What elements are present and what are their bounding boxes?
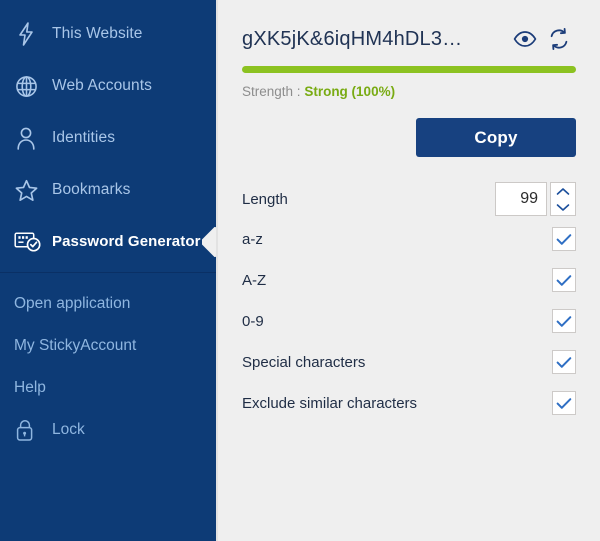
option-label: Special characters — [242, 353, 366, 371]
generated-password-row: gXK5jK&6iqHM4hDL3… — [242, 0, 576, 60]
length-stepper[interactable]: 99 — [495, 182, 576, 216]
checkbox-digits[interactable] — [552, 309, 576, 333]
refresh-icon[interactable] — [542, 24, 576, 54]
option-label: A-Z — [242, 271, 267, 289]
person-icon — [14, 126, 52, 151]
sidebar-item-password-generator[interactable]: Password Generator — [0, 216, 216, 268]
length-input[interactable]: 99 — [495, 182, 547, 216]
sidebar: This Website Web Accounts Identities Boo… — [0, 0, 218, 541]
chevron-up-icon[interactable] — [551, 183, 575, 199]
sidebar-item-this-website[interactable]: This Website — [0, 8, 216, 60]
checkbox-exclude-similar[interactable] — [552, 391, 576, 415]
sidebar-secondary-nav: Open application My StickyAccount Help L… — [0, 273, 216, 451]
sidebar-item-label: Bookmarks — [52, 181, 131, 199]
sidebar-item-label: This Website — [52, 25, 143, 43]
copy-button[interactable]: Copy — [416, 118, 576, 157]
sidebar-link-label: My StickyAccount — [14, 337, 137, 354]
option-row-lowercase: a-z — [242, 221, 576, 257]
copy-button-row: Copy — [242, 118, 576, 157]
length-setting-row: Length 99 — [242, 182, 576, 216]
sidebar-link-open-application[interactable]: Open application — [0, 283, 216, 325]
option-row-digits: 0-9 — [242, 303, 576, 339]
sidebar-item-label: Identities — [52, 129, 116, 147]
sidebar-item-web-accounts[interactable]: Web Accounts — [0, 60, 216, 112]
password-generator-window: This Website Web Accounts Identities Boo… — [0, 0, 600, 541]
sidebar-item-identities[interactable]: Identities — [0, 112, 216, 164]
password-strength-text: Strength : Strong (100%) — [242, 84, 576, 99]
option-label: Exclude similar characters — [242, 394, 418, 412]
length-stepper-arrows — [550, 182, 576, 216]
main-panel: gXK5jK&6iqHM4hDL3… Strength : Strong (10… — [218, 0, 600, 541]
bolt-icon — [14, 21, 52, 47]
generated-password-value[interactable]: gXK5jK&6iqHM4hDL3… — [242, 28, 508, 51]
globe-icon — [14, 74, 52, 99]
option-label: a-z — [242, 230, 263, 248]
checkbox-uppercase[interactable] — [552, 268, 576, 292]
strength-label: Strength : — [242, 84, 301, 99]
password-strength-meter — [242, 66, 576, 73]
active-item-pointer — [202, 227, 216, 257]
sidebar-link-help[interactable]: Help — [0, 367, 216, 409]
option-row-uppercase: A-Z — [242, 262, 576, 298]
star-icon — [14, 178, 52, 203]
sidebar-link-lock[interactable]: Lock — [0, 409, 216, 451]
checkbox-special-characters[interactable] — [552, 350, 576, 374]
password-card-icon — [14, 231, 52, 253]
strength-value: Strong (100%) — [304, 84, 396, 99]
sidebar-item-label: Password Generator — [52, 233, 201, 251]
option-label: 0-9 — [242, 312, 264, 330]
eye-icon[interactable] — [508, 24, 542, 54]
sidebar-item-label: Web Accounts — [52, 77, 152, 95]
sidebar-link-label: Lock — [52, 421, 85, 438]
chevron-down-icon[interactable] — [551, 199, 575, 215]
lock-icon — [14, 418, 52, 442]
sidebar-link-my-stickyaccount[interactable]: My StickyAccount — [0, 325, 216, 367]
length-label: Length — [242, 190, 288, 208]
sidebar-item-bookmarks[interactable]: Bookmarks — [0, 164, 216, 216]
sidebar-link-label: Help — [14, 379, 46, 396]
sidebar-link-label: Open application — [14, 295, 131, 312]
password-strength-fill — [242, 66, 576, 73]
option-row-exclude-similar: Exclude similar characters — [242, 385, 576, 421]
checkbox-lowercase[interactable] — [552, 227, 576, 251]
sidebar-primary-nav: This Website Web Accounts Identities Boo… — [0, 0, 216, 268]
option-row-special-characters: Special characters — [242, 344, 576, 380]
